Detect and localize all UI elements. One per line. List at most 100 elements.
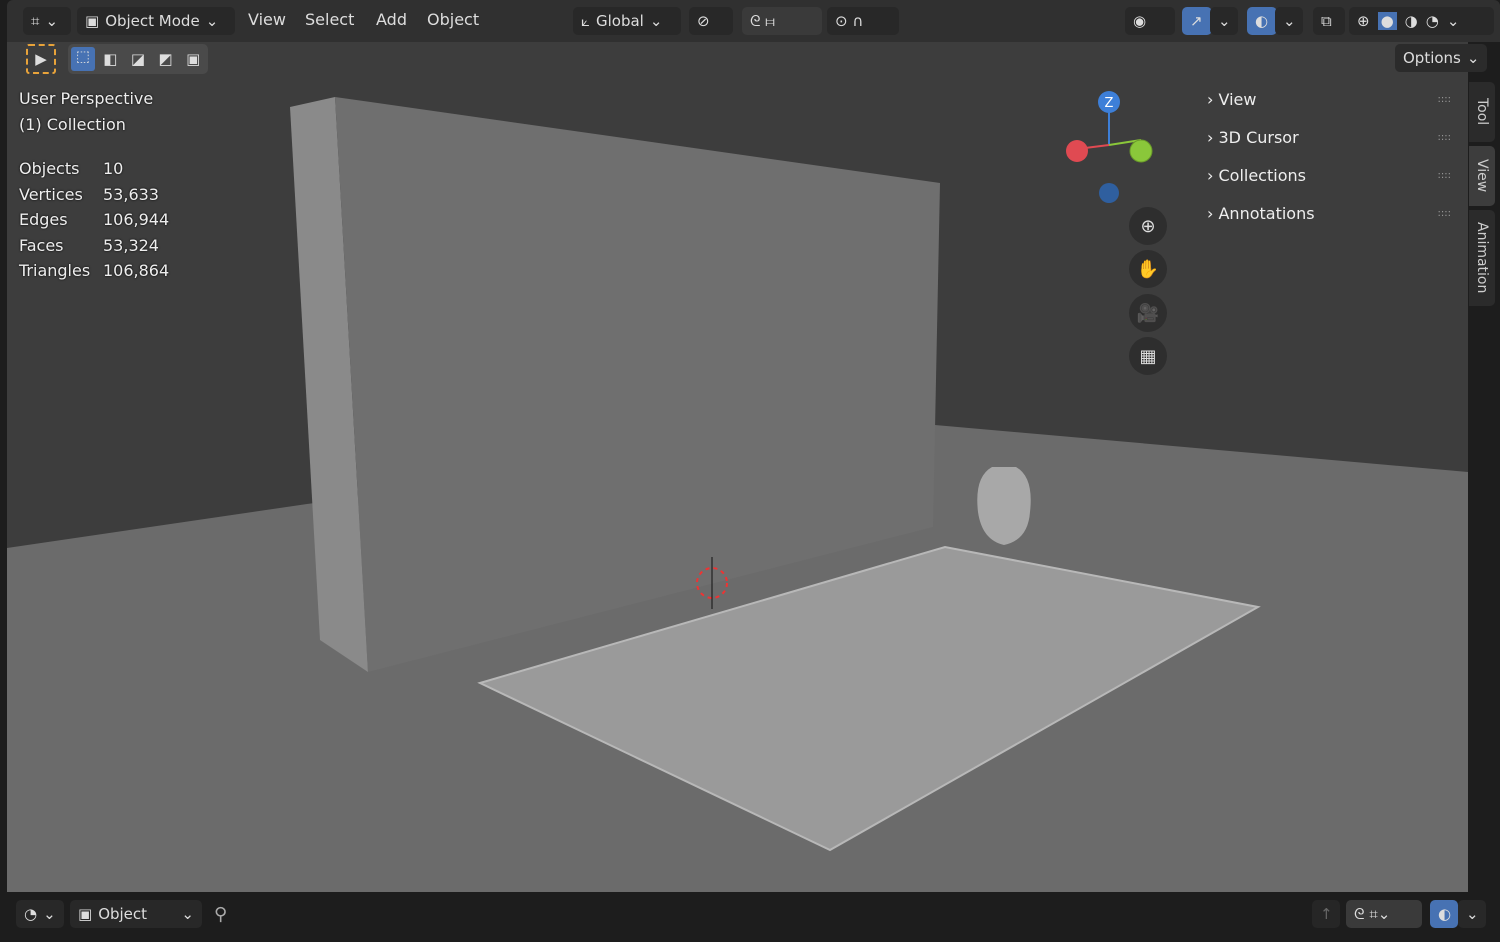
snap-icon: ᘓ ⧦: [750, 12, 775, 30]
panel-collections[interactable]: › Collections::::: [1195, 156, 1465, 194]
mode-select[interactable]: ▣ Object Mode ⌄: [77, 7, 235, 35]
proportional-edit-button[interactable]: ⊙ ∩: [827, 7, 899, 35]
drag-grip-icon[interactable]: ::::: [1438, 170, 1451, 181]
chevron-right-icon: ›: [1207, 127, 1219, 147]
mode-label: Object Mode: [105, 12, 200, 30]
neg-z-axis-handle[interactable]: [1099, 183, 1119, 203]
overlay-dropdown[interactable]: ⌄: [1458, 900, 1486, 928]
menu-select[interactable]: Select: [305, 10, 354, 29]
solid-shading-icon[interactable]: ●: [1377, 12, 1397, 30]
hand-pan-icon[interactable]: ✋: [1129, 250, 1167, 288]
stat-label: Faces: [19, 235, 64, 255]
rendered-icon[interactable]: ◔: [1426, 12, 1439, 30]
overlay-dropdown[interactable]: ⌄: [1275, 7, 1303, 35]
options-button[interactable]: Options ⌄: [1395, 44, 1487, 72]
stat-label: Triangles: [19, 261, 91, 280]
panel-label: Collections: [1218, 165, 1306, 185]
object-icon: ▣: [78, 905, 93, 923]
snap-button[interactable]: ᘓ ⌗⌄: [1346, 900, 1422, 928]
chevron-right-icon: ›: [1207, 165, 1219, 185]
orientation-select[interactable]: ⟀ Global ⌄: [573, 7, 681, 35]
drag-grip-icon[interactable]: ::::: [1438, 132, 1451, 143]
editor-type-button[interactable]: ◔ ⌄: [16, 900, 64, 928]
navigation-gizmo[interactable]: Z: [1055, 85, 1165, 205]
stat-label: Vertices: [19, 184, 83, 204]
select-invert-icon[interactable]: ◩: [154, 50, 178, 68]
select-extend-icon[interactable]: ◧: [99, 50, 123, 68]
chevron-down-icon: ⌄: [1283, 12, 1296, 30]
context-label: Object: [98, 905, 148, 923]
gizmo-dropdown[interactable]: ⌄: [1210, 7, 1238, 35]
z-axis-label: Z: [1105, 96, 1114, 111]
gizmo-toggle[interactable]: ↗: [1182, 7, 1212, 35]
drag-grip-icon[interactable]: ::::: [1438, 208, 1451, 219]
sidebar-panel: › View:::: › 3D Cursor:::: › Collections…: [1195, 80, 1465, 232]
panel-3d-cursor[interactable]: › 3D Cursor::::: [1195, 118, 1465, 156]
stat-row: Edges 106,944: [19, 207, 169, 233]
orientation-label: Global: [596, 12, 644, 30]
drag-grip-icon[interactable]: ::::: [1438, 94, 1451, 105]
chevron-right-icon: ›: [1207, 203, 1219, 223]
panel-label: View: [1218, 89, 1257, 109]
tab-tool[interactable]: Tool: [1469, 82, 1495, 142]
editor-type-button[interactable]: ⌗ ⌄: [23, 7, 71, 35]
menu-view[interactable]: View: [248, 10, 286, 29]
pivot-button[interactable]: ⊘: [689, 7, 733, 35]
stat-value: 53,633: [103, 184, 159, 204]
selection-mode-group[interactable]: ⬚ ◧ ◪ ◩ ▣: [68, 44, 208, 74]
view-name: User Perspective: [19, 89, 154, 108]
pin-icon[interactable]: ⚲: [214, 904, 227, 925]
xray-toggle[interactable]: ⧉: [1313, 7, 1345, 35]
chevron-down-icon: ⌄: [1446, 12, 1460, 30]
properties-icon: ◔: [24, 905, 38, 923]
tab-view[interactable]: View: [1469, 146, 1495, 206]
context-select[interactable]: ▣ Object ⌄: [70, 900, 202, 928]
stat-value: 10: [103, 159, 124, 178]
panel-view[interactable]: › View::::: [1195, 80, 1465, 118]
camera-icon[interactable]: 🎥: [1129, 294, 1167, 332]
menu-object[interactable]: Object: [427, 10, 479, 29]
parent-button[interactable]: ↑: [1312, 900, 1340, 928]
material-preview-icon[interactable]: ◑: [1405, 12, 1418, 30]
tab-animation[interactable]: Animation: [1469, 210, 1495, 306]
y-axis-handle[interactable]: [1129, 139, 1153, 163]
menu-add[interactable]: Add: [376, 10, 407, 29]
scene-stats: Objects 10 Vertices 53,633 Edges 106,944 Fa…: [19, 156, 169, 284]
snap-button[interactable]: ᘓ ⧦: [742, 7, 822, 35]
overlay-icon: ◐: [1438, 905, 1452, 923]
overlay-toggle[interactable]: ◐: [1247, 7, 1277, 35]
orientation-icon: ⟀: [581, 12, 590, 30]
properties-header: ◔ ⌄ ▣ Object ⌄ ⚲ ↑ ᘓ ⌗⌄ ◐ ⌄: [0, 894, 1500, 942]
options-label: Options: [1403, 49, 1461, 67]
editor-type-icon: ⌗: [31, 12, 40, 30]
arrow-up-icon: ↑: [1320, 905, 1333, 923]
overlay-toggle[interactable]: ◐: [1430, 900, 1458, 928]
gizmo-icon: ↗: [1190, 12, 1203, 30]
zoom-icon[interactable]: ⊕: [1129, 207, 1167, 245]
stat-row: Vertices 53,633: [19, 182, 169, 208]
panel-annotations[interactable]: › Annotations::::: [1195, 194, 1465, 232]
chevron-down-icon: ⌄: [181, 905, 194, 923]
chevron-down-icon: ⌄: [43, 905, 56, 923]
x-axis-handle[interactable]: [1066, 140, 1088, 162]
stat-value: 106,864: [103, 261, 170, 280]
visibility-button[interactable]: ◉: [1125, 7, 1175, 35]
chevron-down-icon: ⌄: [205, 12, 219, 30]
chevron-down-icon: ⌄: [1466, 49, 1480, 67]
select-tool-button[interactable]: ▶: [26, 44, 56, 74]
proportional-edit-icon: ⊙ ∩: [835, 12, 864, 30]
select-new-icon[interactable]: ⬚: [71, 47, 95, 71]
shading-modes[interactable]: ⊕ ● ◑ ◔ ⌄: [1349, 7, 1494, 35]
select-subtract-icon[interactable]: ◪: [126, 50, 150, 68]
chevron-down-icon: ⌄: [45, 12, 59, 30]
stat-value: 53,324: [103, 235, 159, 255]
object-mode-icon: ▣: [85, 12, 100, 30]
wireframe-icon[interactable]: ⊕: [1357, 12, 1370, 30]
stat-label: Edges: [19, 210, 68, 229]
collection-name: (1) Collection: [19, 115, 126, 134]
panel-label: Annotations: [1218, 203, 1315, 223]
select-intersect-icon[interactable]: ▣: [181, 50, 205, 68]
grid-perspective-icon[interactable]: ▦: [1129, 337, 1167, 375]
pivot-icon: ⊘: [697, 12, 710, 30]
chevron-down-icon: ⌄: [1218, 12, 1231, 30]
